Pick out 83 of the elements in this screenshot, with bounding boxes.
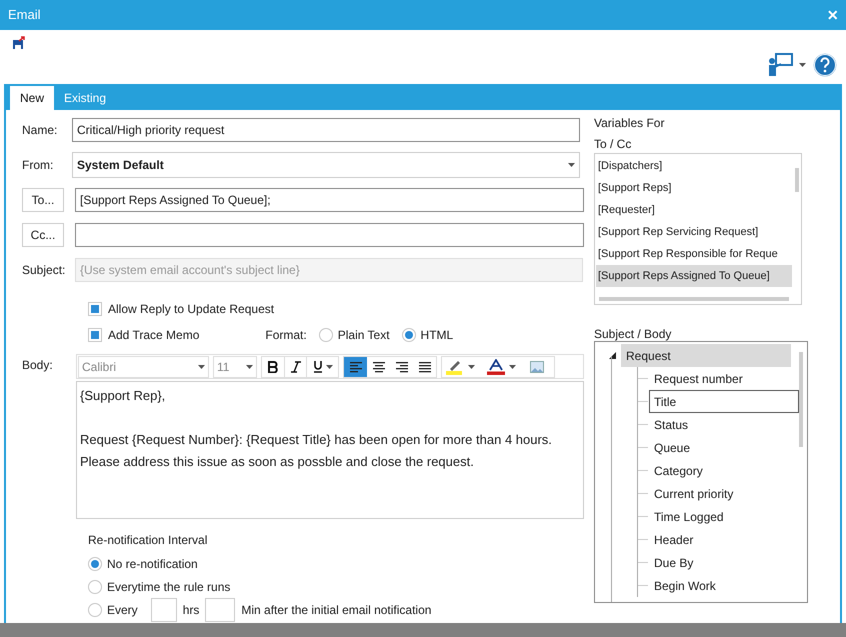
field-label: From: [22, 157, 54, 174]
field-label: Subject: [22, 262, 66, 279]
body-editor[interactable]: {Support Rep}, Request {Request Number}: {Request Title} has been open for more than 4 hours. Please address this issue as soon as possble and close the request. [76, 381, 584, 519]
radio-button[interactable] [88, 557, 102, 571]
radio-label: Plain Text [338, 327, 390, 344]
list-item[interactable]: [Dispatchers] [596, 155, 792, 177]
section-label: Variables For [594, 115, 666, 132]
align-icon [418, 360, 432, 374]
section-label: Re-notification Interval [88, 532, 208, 549]
tree-item[interactable]: Request number [649, 367, 799, 390]
highlighter-icon[interactable] [446, 358, 464, 374]
list-item[interactable]: [Support Rep Responsible for Reque [596, 243, 792, 265]
body-text-line: {Support Rep}, [80, 387, 166, 405]
body-text-line: Request {Request Number}: {Request Title} has been open for more than 4 hours. [80, 431, 553, 449]
align-icon [394, 360, 408, 374]
list-item[interactable]: [Support Reps Assigned To Queue] [596, 265, 792, 287]
tree-item[interactable]: Begin Work [649, 574, 799, 597]
expand-triangle-icon[interactable] [609, 352, 616, 359]
to-field[interactable]: [Support Reps Assigned To Queue]; [75, 188, 584, 212]
tree-item[interactable]: Current priority [649, 482, 799, 505]
list-item[interactable]: [Support Rep Servicing Request] [596, 221, 792, 243]
field-label: Body: [22, 357, 54, 374]
name-field[interactable]: Critical/High priority request [72, 118, 580, 142]
subject-field[interactable]: {Use system email account's subject line} [75, 258, 583, 282]
body-text-line: Please address this issue as soon as possble and close the request. [80, 453, 475, 471]
checkbox[interactable] [88, 328, 102, 342]
dropdown-arrow-icon [198, 364, 205, 368]
bold-icon [268, 360, 278, 372]
dropdown-arrow-icon [509, 364, 516, 368]
radio-button[interactable] [402, 328, 416, 342]
tree-item[interactable]: Header [649, 528, 799, 551]
dropdown-arrow-icon [246, 364, 253, 368]
tree-item[interactable]: Time Logged [649, 505, 799, 528]
field-label: Name: [22, 122, 58, 139]
radio-button[interactable] [88, 603, 102, 617]
from-dropdown[interactable]: System Default [72, 152, 580, 178]
checkbox-label: Allow Reply to Update Request [108, 301, 274, 318]
help-icon[interactable] [812, 52, 838, 78]
format-label: Format: [265, 327, 307, 344]
align-button[interactable] [344, 356, 367, 376]
hours-field[interactable] [150, 598, 177, 622]
horizontal-scrollbar[interactable] [599, 297, 789, 301]
tree-item[interactable]: Title [649, 390, 799, 413]
section-label: To / Cc [594, 136, 632, 153]
to-button[interactable]: To... [22, 188, 64, 212]
list-item[interactable]: [Requester] [596, 199, 792, 221]
radio-button[interactable] [318, 328, 333, 342]
font-dropdown[interactable]: Calibri [78, 356, 209, 378]
radio-label: Every [107, 602, 138, 619]
tab[interactable]: New [10, 86, 54, 110]
tree-item[interactable]: Category [649, 459, 799, 482]
vertical-scrollbar[interactable] [799, 352, 803, 447]
size-dropdown[interactable]: 11 [213, 356, 257, 378]
font-color-icon[interactable] [487, 358, 505, 374]
checkbox[interactable] [88, 302, 102, 316]
align-icon [372, 360, 386, 374]
underline-icon [312, 360, 322, 373]
hours-label: hrs [182, 602, 200, 619]
tree-item[interactable]: Request [621, 344, 791, 367]
checkbox-label: Add Trace Memo [108, 327, 200, 344]
presenter-icon[interactable] [767, 53, 793, 77]
align-icon [348, 360, 362, 374]
section-label: Subject / Body [594, 326, 672, 341]
window-title: Email [8, 6, 41, 24]
radio-button[interactable] [88, 580, 102, 594]
radio-label: Everytime the rule runs [107, 579, 230, 596]
tree-item[interactable]: Due By [649, 551, 799, 574]
cc-button[interactable]: Cc... [22, 223, 64, 247]
dropdown-arrow-icon [799, 63, 806, 67]
image-icon[interactable] [530, 360, 544, 372]
minutes-field[interactable] [205, 598, 236, 622]
minutes-label: Min after the initial email notification [241, 602, 432, 619]
dropdown-arrow-icon [568, 163, 575, 167]
italic-icon [290, 360, 300, 372]
cc-field[interactable] [75, 223, 584, 247]
tree-item[interactable]: Queue [649, 436, 799, 459]
list-item[interactable]: [Support Reps] [596, 177, 792, 199]
tree-item[interactable]: Status [649, 413, 799, 436]
radio-label: No re-notification [107, 556, 198, 573]
radio-label: HTML [420, 327, 454, 344]
save-send-icon[interactable] [12, 36, 26, 50]
dropdown-arrow-icon [468, 364, 475, 368]
dropdown-arrow-icon [326, 364, 332, 368]
